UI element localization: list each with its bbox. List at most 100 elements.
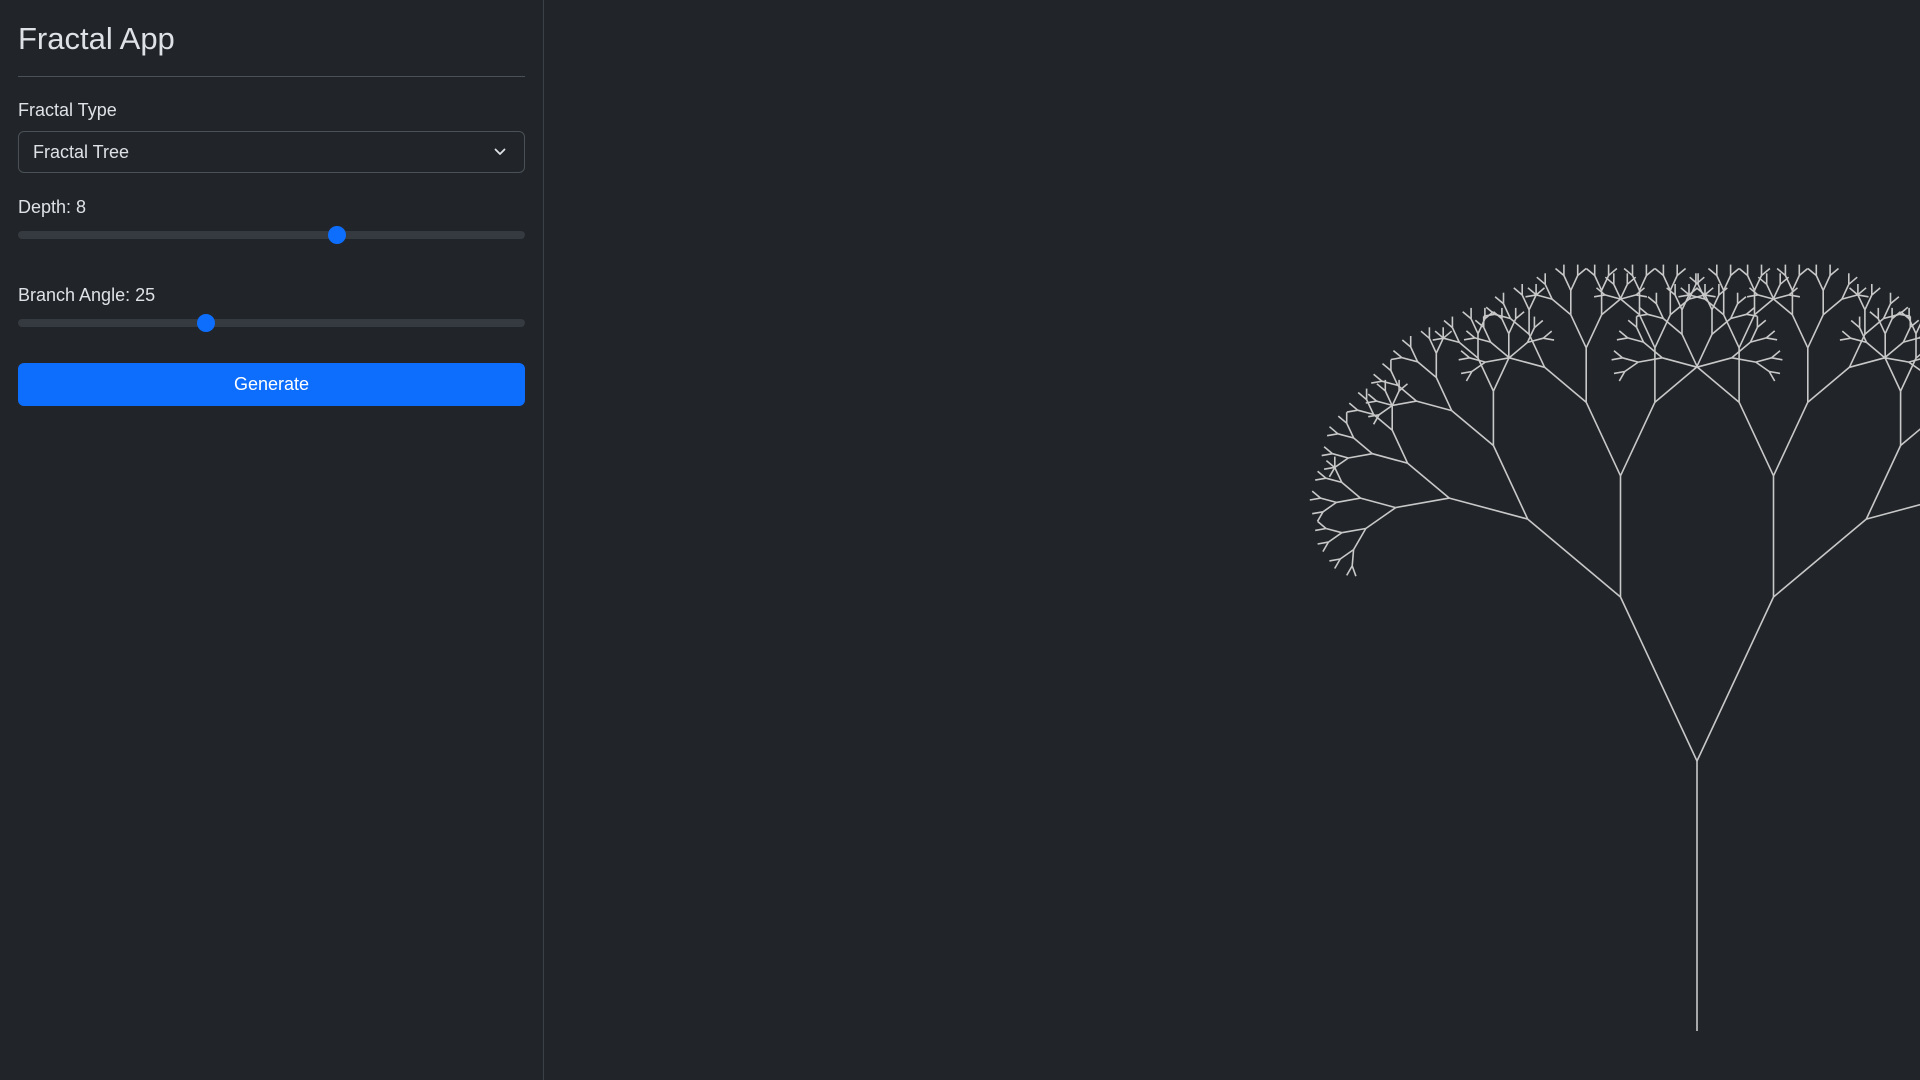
tree-branch [1390, 356, 1402, 361]
tree-branch [1771, 350, 1781, 359]
tree-branch [1309, 497, 1321, 501]
tree-branch [1593, 294, 1606, 298]
tree-branch [1695, 333, 1713, 368]
tree-branch [1397, 384, 1418, 402]
tree-branch [1351, 565, 1357, 577]
tree-branch [1647, 296, 1657, 305]
tree-branch [1884, 318, 1893, 335]
fractal-type-select[interactable]: Fractal Tree [18, 131, 525, 173]
tree-branch [1527, 287, 1537, 296]
tree-branch [1336, 497, 1361, 504]
generate-button[interactable]: Generate [18, 363, 525, 406]
branch-angle-slider[interactable] [18, 314, 525, 332]
tree-branch [1391, 390, 1400, 407]
tree-branch [1570, 314, 1587, 349]
tree-branch [1738, 401, 1775, 477]
tree-branch [1490, 341, 1510, 359]
tree-branch [1334, 457, 1349, 468]
chevron-down-icon [494, 148, 506, 155]
tree-branch [1381, 362, 1392, 372]
tree-branch [1619, 401, 1656, 477]
tree-branch [1645, 267, 1656, 277]
tree-branch [1899, 357, 1917, 392]
tree-branch [1731, 357, 1756, 363]
tree-branch [1392, 400, 1417, 407]
tree-branch [1451, 409, 1494, 447]
tree-branch [1857, 294, 1866, 311]
tree-branch [1341, 481, 1362, 499]
tree-branch [1676, 267, 1687, 277]
tree-branch [1420, 330, 1430, 339]
tree-branch [1613, 350, 1623, 359]
tree-branch [1317, 520, 1327, 530]
tree-branch [1325, 527, 1343, 534]
tree-branch [1536, 276, 1546, 285]
tree-branch [1533, 319, 1544, 329]
tree-branch [1619, 596, 1698, 762]
tree-branch [1884, 357, 1902, 392]
tree-branch [1636, 294, 1648, 298]
depth-slider-thumb[interactable] [328, 226, 347, 244]
tree-branch [1822, 298, 1843, 316]
tree-branch [1737, 296, 1747, 305]
tree-branch [1372, 452, 1408, 464]
tree-branch [1622, 357, 1639, 363]
tree-branch [1317, 470, 1327, 479]
branch-angle-slider-thumb[interactable] [196, 314, 215, 332]
tree-branch [1372, 413, 1393, 431]
tree-branch [1465, 330, 1476, 339]
tree-branch [1889, 296, 1900, 305]
tree-branch [1616, 337, 1628, 341]
tree-branch [1669, 275, 1678, 291]
tree-branch [1807, 366, 1850, 403]
tree-branch [1704, 298, 1725, 316]
tree-branch [1348, 402, 1359, 411]
tree-branch [1689, 276, 1699, 285]
tree-branch [1756, 319, 1767, 328]
title-divider [18, 76, 525, 77]
fractal-tree-drawing [1309, 264, 1920, 1031]
tree-branch [1627, 319, 1638, 328]
tree-branch [1871, 287, 1881, 296]
tree-branch [1513, 287, 1523, 296]
control-sidebar: Fractal App Fractal Type Fractal Tree De… [0, 0, 544, 1080]
tree-branch [1463, 337, 1475, 341]
tree-branch [1755, 361, 1770, 373]
tree-branch [1577, 267, 1587, 277]
tree-branch [1611, 357, 1623, 361]
tree-branch [1696, 357, 1733, 369]
fractal-type-label: Fractal Type [18, 100, 117, 120]
tree-branch [1654, 267, 1664, 277]
tree-branch [1435, 377, 1453, 411]
tree-branch [1353, 437, 1373, 455]
tree-branch [1492, 445, 1529, 520]
tree-branch [1485, 357, 1510, 363]
tree-branch [1367, 393, 1378, 402]
tree-branch [1807, 314, 1824, 349]
tree-branch [1311, 490, 1322, 499]
tree-branch [1753, 298, 1774, 316]
tree-branch [1654, 314, 1672, 349]
tree-branch [1320, 497, 1337, 504]
tree-branch [1711, 317, 1732, 335]
tree-branch [1865, 341, 1886, 359]
tree-branch [1585, 267, 1596, 277]
tree-branch [1535, 287, 1546, 296]
tree-branch [1492, 357, 1510, 392]
tree-branch [1434, 330, 1445, 339]
tree-branch [1829, 267, 1840, 277]
fractal-type-selected-value: Fractal Tree [33, 141, 130, 162]
tree-branch [1696, 596, 1775, 762]
tree-branch [1681, 333, 1699, 368]
tree-branch [1462, 311, 1472, 320]
page-title: Fractal App [18, 21, 175, 56]
tree-branch [1327, 532, 1343, 543]
depth-slider[interactable] [18, 226, 525, 244]
tree-branch [1865, 445, 1902, 520]
tree-branch [1730, 267, 1740, 277]
tree-branch [1458, 341, 1479, 359]
tree-branch [1869, 311, 1879, 320]
tree-branch [1509, 317, 1530, 335]
tree-branch [1618, 330, 1629, 339]
tree-branch [1360, 497, 1396, 509]
